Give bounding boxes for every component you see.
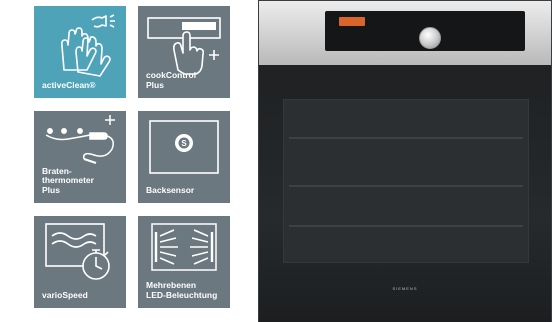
oven-rack <box>289 137 523 139</box>
feature-label: Braten- thermometer Plus <box>42 165 94 195</box>
feature-label: Backsensor <box>146 184 195 195</box>
feature-tile-backsensor: S Backsensor <box>138 111 230 203</box>
oven-door: SIEMENS <box>259 65 551 322</box>
feature-label: cookControl Plus <box>146 70 197 90</box>
oven-rack <box>289 185 523 187</box>
oven-brand-logo: SIEMENS <box>392 286 418 291</box>
feature-label: Mehrebenen LED-Beleuchtung <box>146 280 218 300</box>
oven-display <box>339 17 365 26</box>
feature-label: activeClean® <box>42 79 96 90</box>
oven-image: SIEMENS <box>258 0 552 322</box>
feature-label: varioSpeed <box>42 289 88 300</box>
svg-text:S: S <box>181 139 187 148</box>
oven-control-panel <box>259 1 551 65</box>
oven-rack <box>289 225 523 227</box>
feature-tile-activeclean: activeClean® <box>34 6 126 98</box>
oven-window <box>283 99 529 263</box>
feature-tile-cookcontrol: cookControl Plus <box>138 6 230 98</box>
feature-tile-bratenthermometer: Braten- thermometer Plus <box>34 111 126 203</box>
feature-tile-variospeed: varioSpeed <box>34 216 126 308</box>
feature-tile-mehrebenen: Mehrebenen LED-Beleuchtung <box>138 216 230 308</box>
oven-knob <box>419 27 441 49</box>
